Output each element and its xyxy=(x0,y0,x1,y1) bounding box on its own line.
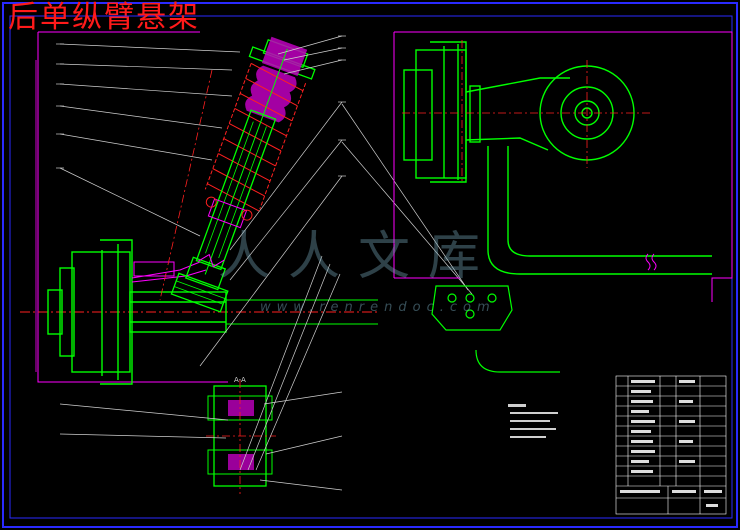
section-label: A-A xyxy=(234,376,246,384)
watermark: 人人文库 xyxy=(218,227,499,287)
top-view xyxy=(393,31,733,373)
title-block-fill xyxy=(620,380,722,507)
watermark-url: www.renrendoc.com xyxy=(260,300,496,315)
title-block xyxy=(615,375,727,515)
drawing-title: 后单纵臂悬架 xyxy=(8,0,200,35)
technical-notes xyxy=(508,404,558,438)
